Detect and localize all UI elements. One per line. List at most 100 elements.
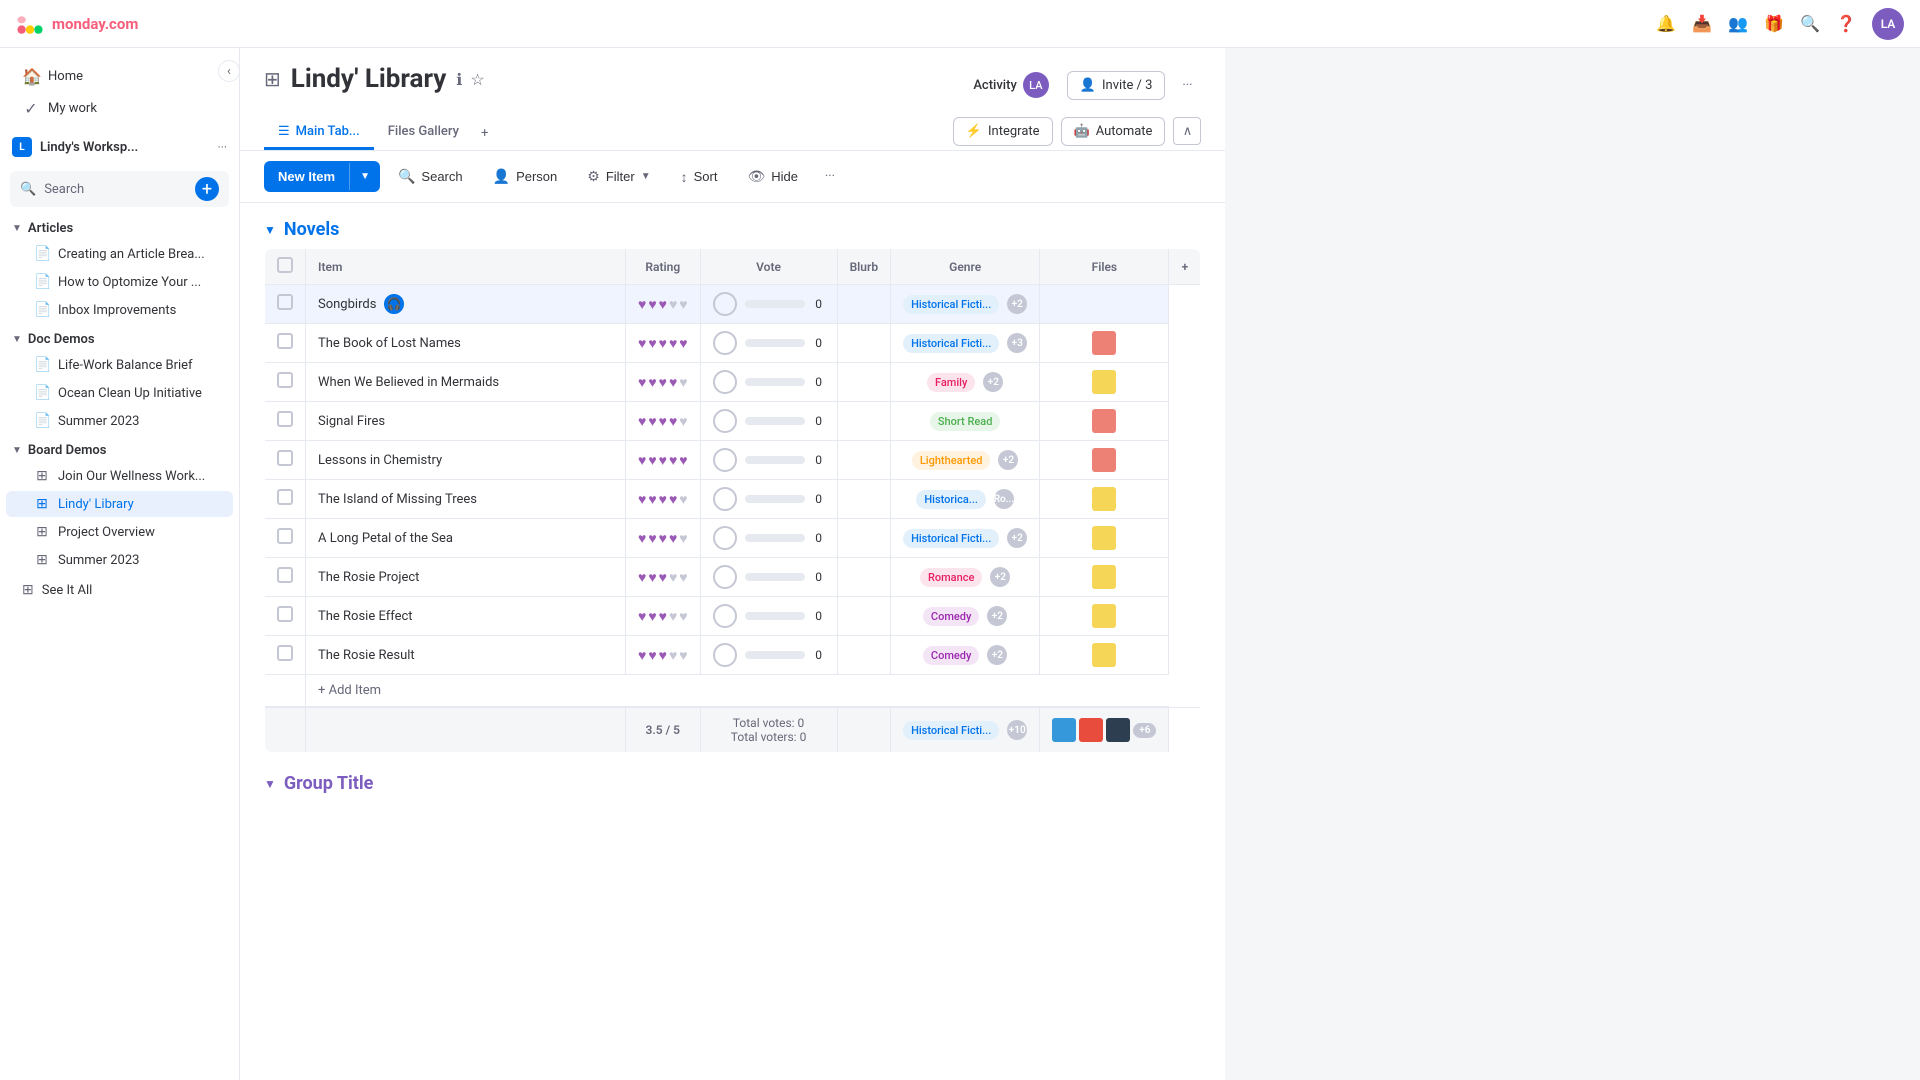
rating-stars[interactable]: ♥♥♥♥♥: [638, 335, 688, 352]
rating-stars[interactable]: ♥♥♥♥♥: [638, 569, 688, 586]
sidebar-collapse-btn[interactable]: ‹: [218, 60, 240, 82]
sidebar-item-life-work[interactable]: 📄 Life-Work Balance Brief: [6, 352, 233, 378]
rating-stars[interactable]: ♥♥♥♥♥: [638, 452, 688, 469]
rating-stars[interactable]: ♥♥♥♥♥: [638, 530, 688, 547]
sidebar-section-doc-demos[interactable]: ▼ Doc Demos: [0, 324, 239, 351]
row-checkbox-input[interactable]: [277, 567, 293, 583]
sidebar-item-project-overview[interactable]: ⊞ Project Overview: [6, 519, 233, 545]
user-avatar[interactable]: LA: [1872, 8, 1904, 40]
file-thumbnail[interactable]: [1092, 409, 1116, 433]
inbox-icon[interactable]: 📥: [1692, 14, 1712, 34]
genre-badge[interactable]: Romance: [920, 568, 982, 587]
group-title-header[interactable]: ▼ Group Title: [264, 773, 1201, 794]
file-thumbnail[interactable]: [1092, 565, 1116, 589]
automate-button[interactable]: 🤖 Automate: [1061, 117, 1166, 146]
vote-circle[interactable]: [713, 526, 737, 550]
bell-icon[interactable]: 🔔: [1656, 14, 1676, 34]
sidebar-item-ocean[interactable]: 📄 Ocean Clean Up Initiative: [6, 380, 233, 406]
sidebar-item-inbox[interactable]: 📄 Inbox Improvements: [6, 297, 233, 323]
add-icon[interactable]: +: [195, 177, 219, 201]
row-checkbox-input[interactable]: [277, 333, 293, 349]
search-button[interactable]: 🔍 Search: [386, 161, 475, 192]
tab-add-button[interactable]: +: [473, 118, 496, 149]
row-checkbox-input[interactable]: [277, 528, 293, 544]
sidebar-item-how-to[interactable]: 📄 How to Optomize Your ...: [6, 269, 233, 295]
sidebar-section-board-demos[interactable]: ▼ Board Demos: [0, 435, 239, 462]
sidebar-item-summer-2023-doc[interactable]: 📄 Summer 2023: [6, 408, 233, 434]
item-action-icon[interactable]: 🎧: [384, 294, 404, 314]
vote-circle[interactable]: [713, 604, 737, 628]
file-thumbnail[interactable]: [1092, 370, 1116, 394]
activity-button[interactable]: Activity LA: [963, 66, 1059, 104]
row-checkbox-input[interactable]: [277, 372, 293, 388]
genre-badge[interactable]: Lighthearted: [912, 451, 991, 470]
genre-badge[interactable]: Short Read: [930, 412, 1001, 431]
tab-main-table[interactable]: ☰ Main Tab...: [264, 116, 374, 150]
logo[interactable]: monday.com: [16, 10, 138, 38]
add-item-cell[interactable]: + Add Item: [306, 675, 1201, 708]
sidebar-footer-see-all[interactable]: ⊞ See It All: [6, 576, 233, 604]
genre-badge[interactable]: Historical Ficti...: [903, 334, 999, 353]
sidebar-add-btn[interactable]: +: [195, 177, 219, 201]
integrate-button[interactable]: ⚡ Integrate: [953, 117, 1053, 146]
sidebar-item-join-wellness[interactable]: ⊞ Join Our Wellness Work...: [6, 463, 233, 489]
file-thumbnail[interactable]: [1092, 487, 1116, 511]
board-more-button[interactable]: ···: [1173, 71, 1201, 99]
header-add-col[interactable]: +: [1169, 249, 1201, 285]
workspace-options[interactable]: ···: [218, 140, 227, 154]
new-item-dropdown-arrow[interactable]: ▼: [349, 163, 380, 190]
genre-badge[interactable]: Comedy: [923, 607, 979, 626]
file-thumbnail[interactable]: [1092, 643, 1116, 667]
row-checkbox-input[interactable]: [277, 411, 293, 427]
gift-icon[interactable]: 🎁: [1764, 14, 1784, 34]
file-thumbnail[interactable]: [1092, 448, 1116, 472]
sidebar-search[interactable]: 🔍 Search +: [10, 171, 229, 207]
sort-button[interactable]: ↕ Sort: [669, 162, 730, 192]
add-item-row[interactable]: + Add Item: [265, 675, 1201, 708]
row-checkbox-input[interactable]: [277, 645, 293, 661]
filter-button[interactable]: ⚙ Filter ▼: [575, 161, 662, 192]
file-thumbnail[interactable]: [1092, 604, 1116, 628]
genre-badge[interactable]: Historical Ficti...: [903, 529, 999, 548]
tab-files-gallery[interactable]: Files Gallery: [374, 116, 473, 150]
genre-badge[interactable]: Historical Ficti...: [903, 295, 999, 314]
sidebar-item-lindy-library[interactable]: ⊞ Lindy' Library: [6, 491, 233, 517]
invite-button[interactable]: 👤 Invite / 3: [1067, 71, 1166, 100]
new-item-button[interactable]: New Item ▼: [264, 161, 380, 192]
genre-badge[interactable]: Comedy: [923, 646, 979, 665]
sidebar-section-articles[interactable]: ▼ Articles: [0, 213, 239, 240]
row-checkbox-input[interactable]: [277, 489, 293, 505]
row-checkbox-input[interactable]: [277, 450, 293, 466]
file-thumbnail[interactable]: [1092, 526, 1116, 550]
sidebar-item-summer-2023[interactable]: ⊞ Summer 2023: [6, 547, 233, 573]
genre-badge[interactable]: Historica...: [916, 490, 986, 509]
rating-stars[interactable]: ♥♥♥♥♥: [638, 296, 688, 313]
collapse-header-button[interactable]: ∧: [1173, 117, 1201, 145]
toolbar-more-button[interactable]: ···: [816, 163, 844, 191]
search-icon[interactable]: 🔍: [1800, 14, 1820, 34]
vote-circle[interactable]: [713, 370, 737, 394]
rating-stars[interactable]: ♥♥♥♥♥: [638, 491, 688, 508]
sidebar-item-my-work[interactable]: ✓ My work: [6, 93, 233, 124]
people-icon[interactable]: 👥: [1728, 14, 1748, 34]
vote-circle[interactable]: [713, 331, 737, 355]
person-button[interactable]: 👤 Person: [481, 161, 570, 192]
vote-circle[interactable]: [713, 292, 737, 316]
rating-stars[interactable]: ♥♥♥♥♥: [638, 374, 688, 391]
help-icon[interactable]: ❓: [1836, 14, 1856, 34]
vote-circle[interactable]: [713, 448, 737, 472]
hide-button[interactable]: 👁 Hide: [735, 161, 810, 192]
select-all-checkbox[interactable]: [277, 257, 293, 273]
vote-circle[interactable]: [713, 643, 737, 667]
vote-circle[interactable]: [713, 487, 737, 511]
novels-group-header[interactable]: ▼ Novels: [264, 219, 1201, 240]
star-icon[interactable]: ☆: [470, 70, 484, 89]
vote-circle[interactable]: [713, 409, 737, 433]
info-icon[interactable]: ℹ: [456, 70, 462, 89]
sidebar-item-creating[interactable]: 📄 Creating an Article Brea...: [6, 241, 233, 267]
collapse-arrow[interactable]: ‹: [218, 60, 240, 82]
rating-stars[interactable]: ♥♥♥♥♥: [638, 647, 688, 664]
row-checkbox-input[interactable]: [277, 294, 293, 310]
row-checkbox-input[interactable]: [277, 606, 293, 622]
sidebar-item-home[interactable]: 🏠 Home: [6, 61, 233, 92]
